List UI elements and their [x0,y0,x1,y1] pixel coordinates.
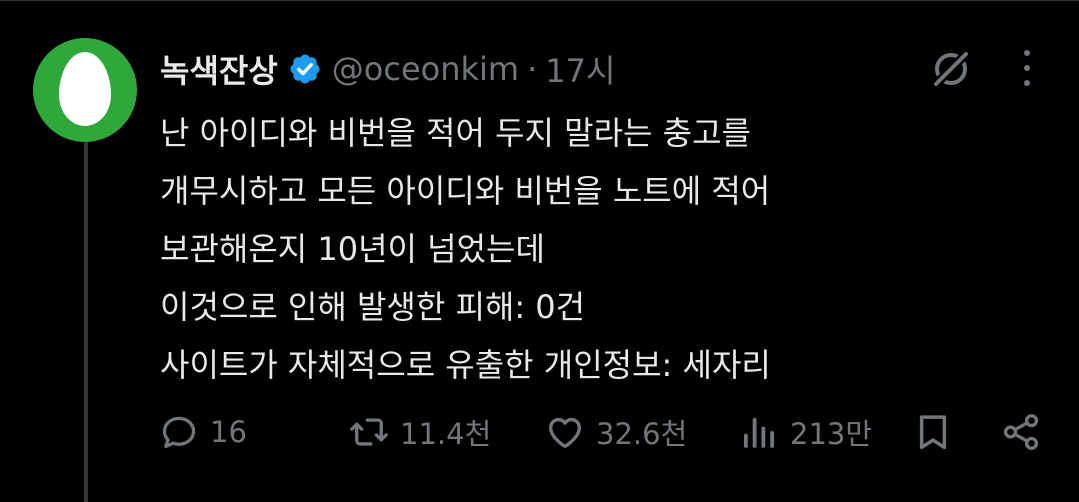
retweet-count: 11.4천 [400,417,492,451]
like-button[interactable]: 32.6천 [544,406,687,458]
views-count: 213만 [790,417,873,451]
reply-count: 16 [210,415,247,449]
grok-icon[interactable] [930,48,972,90]
tweet-text-line: 난 아이디와 비번을 적어 두지 말라는 충고를 [160,114,751,152]
retweet-icon [350,418,388,446]
avatar[interactable] [33,38,137,142]
tweet-text-line: 사이트가 자체적으로 유출한 개인정보: 세자리 [160,346,771,384]
share-button[interactable] [1000,406,1042,458]
author-handle[interactable]: @oceonkim [332,50,519,88]
tweet-text-line: 이것으로 인해 발생한 피해: 0건 [160,288,586,326]
views-icon [743,417,775,448]
egg-icon [59,52,111,126]
like-count: 32.6천 [596,417,688,451]
bookmark-button[interactable] [912,406,954,458]
author-name[interactable]: 녹색잔상 [160,46,278,92]
more-icon[interactable] [1012,50,1042,86]
views-button[interactable]: 213만 [738,406,872,458]
separator-dot: · [527,50,538,88]
retweet-button[interactable]: 11.4천 [348,406,491,458]
heart-icon [548,417,582,449]
tweet-text-line: 보관해온지 10년이 넘었는데 [160,230,545,268]
verified-badge-icon[interactable] [288,52,322,86]
top-divider [0,0,1079,1]
reply-button[interactable]: 16 [158,406,247,458]
action-bar: 16 11.4천 32.6천 213만 [0,406,1079,458]
tweet-header: 녹색잔상 @oceonkim · 17시 [160,44,615,94]
tweet-text: 난 아이디와 비번을 적어 두지 말라는 충고를 개무시하고 모든 아이디와 비… [160,104,1040,394]
reply-icon [162,416,196,449]
bookmark-icon [919,415,947,450]
tweet-time[interactable]: 17시 [545,46,615,92]
share-icon [1003,414,1039,450]
tweet-text-line: 개무시하고 모든 아이디와 비번을 노트에 적어 [160,172,771,210]
